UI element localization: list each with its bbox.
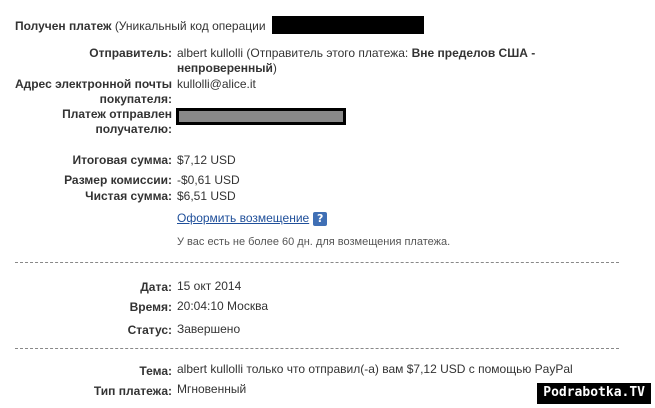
sender-status-suffix: ) — [272, 61, 277, 75]
net-label: Чистая сумма: — [85, 189, 172, 203]
subject-value: albert kullolli только что отправил(-а) … — [177, 362, 573, 376]
time-value: 20:04:10 Москва — [177, 299, 269, 313]
buyer-email-label-line2: покупателя: — [99, 92, 172, 106]
sender-value: albert kullolli (Отправитель этого плате… — [177, 46, 547, 76]
buyer-email-label-line1: Адрес электронной почты — [14, 77, 172, 91]
total-value: $7,12 USD — [177, 153, 236, 167]
header-title: Получен платеж — [15, 19, 112, 33]
separator — [15, 348, 619, 349]
header-row: Получен платеж (Уникальный код операции — [15, 19, 266, 34]
sender-name: albert kullolli — [177, 46, 244, 60]
payment-to-label: Платеж отправлен получателю: — [0, 107, 172, 137]
status-value: Завершено — [177, 322, 241, 336]
redacted-recipient — [176, 108, 346, 125]
redacted-transaction-id — [272, 16, 424, 34]
header-transaction-label: (Уникальный код операции — [114, 19, 266, 33]
sender-status-prefix: (Отправитель этого платежа: — [246, 46, 409, 60]
total-label: Итоговая сумма: — [72, 153, 172, 167]
payment-type-label: Тип платежа: — [93, 384, 172, 398]
separator — [15, 262, 619, 263]
sender-label: Отправитель: — [89, 46, 172, 60]
buyer-email-label: Адрес электронной почты покупателя: — [0, 77, 172, 107]
fee-label: Размер комиссии: — [64, 173, 172, 187]
date-value: 15 окт 2014 — [177, 279, 242, 293]
buyer-email-value: kullolli@alice.it — [177, 77, 256, 91]
watermark: Podrabotka.TV — [537, 383, 651, 404]
payment-type-value: Мгновенный — [177, 382, 247, 396]
fee-value: -$0,61 USD — [177, 173, 240, 187]
status-label: Статус: — [127, 323, 172, 337]
payment-to-label-line1: Платеж отправлен — [62, 107, 172, 121]
refund-row: Оформить возмещение? — [177, 211, 328, 226]
payment-to-label-line2: получателю: — [95, 122, 172, 136]
refund-link[interactable]: Оформить возмещение — [177, 211, 309, 225]
refund-note: У вас есть не более 60 дн. для возмещени… — [177, 236, 451, 248]
help-icon[interactable]: ? — [313, 211, 328, 226]
date-label: Дата: — [140, 280, 172, 294]
time-label: Время: — [129, 300, 172, 314]
net-value: $6,51 USD — [177, 189, 236, 203]
subject-label: Тема: — [139, 364, 172, 378]
